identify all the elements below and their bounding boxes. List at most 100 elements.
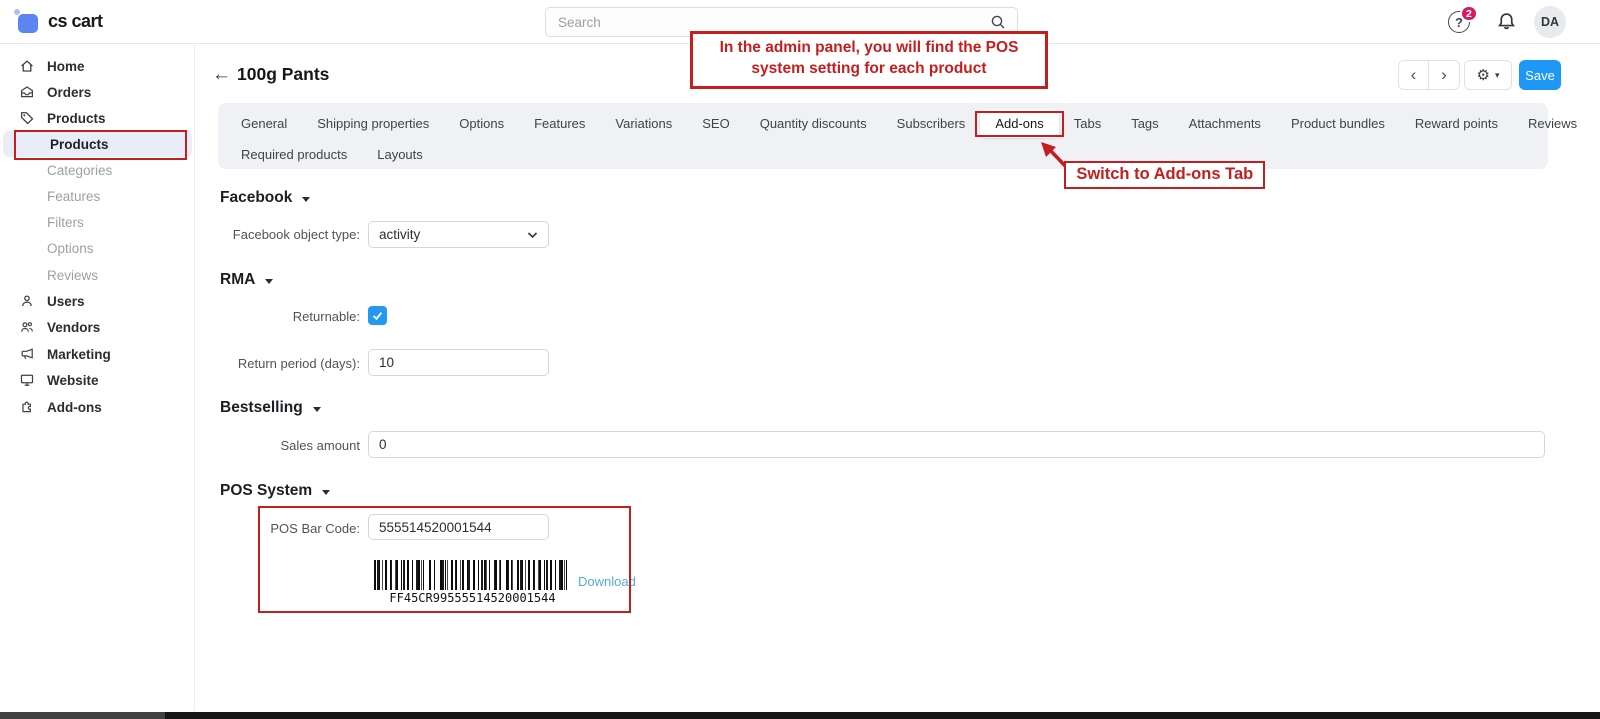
help-button[interactable]: ? 2	[1448, 9, 1474, 35]
settings-dropdown-button[interactable]: ⚙ ▾	[1464, 60, 1512, 90]
tab-reward-points[interactable]: Reward points	[1400, 109, 1513, 138]
prev-product-button[interactable]: ‹	[1398, 60, 1429, 90]
tab-shipping-properties[interactable]: Shipping properties	[302, 109, 444, 138]
sidebar-item-label: Products	[47, 111, 106, 126]
tab-options[interactable]: Options	[444, 109, 519, 138]
sidebar-subitem-products[interactable]: Products	[3, 131, 192, 157]
section-caret-icon	[265, 279, 273, 284]
sidebar-item-home[interactable]: Home	[0, 53, 195, 79]
bottom-edge-bar	[0, 712, 1600, 719]
pagination-group: ‹ ›	[1398, 60, 1460, 90]
section-caret-icon	[322, 490, 330, 495]
vendors-icon	[18, 319, 35, 336]
section-title: RMA	[220, 271, 255, 289]
sidebar-item-users[interactable]: Users	[0, 288, 195, 314]
bell-icon	[1496, 11, 1517, 32]
avatar-initials: DA	[1541, 15, 1559, 29]
tabs-row-1: General Shipping properties Options Feat…	[226, 108, 1540, 139]
sidebar-item-label: Add-ons	[47, 400, 102, 415]
tab-required-products[interactable]: Required products	[226, 140, 362, 169]
section-pos-header[interactable]: POS System	[220, 482, 330, 500]
next-product-button[interactable]: ›	[1429, 60, 1460, 90]
tab-features[interactable]: Features	[519, 109, 600, 138]
returnable-label: Returnable:	[196, 309, 360, 324]
sidebar-item-add-ons[interactable]: Add-ons	[0, 394, 195, 420]
check-icon	[371, 309, 384, 322]
chevron-right-icon: ›	[1441, 65, 1447, 85]
annotation-switch-addons: Switch to Add-ons Tab	[1064, 161, 1265, 189]
sidebar-subitem-features[interactable]: Features	[0, 183, 195, 209]
facebook-object-type-label: Facebook object type:	[196, 227, 360, 242]
sidebar-subitem-label: Features	[47, 189, 100, 204]
tabs-row-2: Required products Layouts	[226, 139, 1540, 170]
tab-quantity-discounts[interactable]: Quantity discounts	[745, 109, 882, 138]
facebook-object-type-select[interactable]: activity	[368, 221, 549, 248]
barcode-download-link[interactable]: Download	[578, 574, 636, 589]
returnable-checkbox[interactable]	[368, 306, 387, 325]
monitor-icon	[18, 372, 35, 389]
tab-tags[interactable]: Tags	[1116, 109, 1173, 138]
logo-text: cs cart	[48, 11, 103, 32]
tab-general[interactable]: General	[226, 109, 302, 138]
return-period-input[interactable]	[368, 349, 549, 376]
section-title: Bestselling	[220, 399, 303, 417]
sidebar-item-orders[interactable]: Orders	[0, 79, 195, 105]
sales-amount-input[interactable]	[368, 431, 1545, 458]
sidebar-item-label: Home	[47, 59, 85, 74]
tab-add-ons[interactable]: Add-ons	[980, 109, 1058, 138]
barcode-image	[374, 560, 571, 590]
orders-icon	[18, 84, 35, 101]
tab-add-ons-wrap: Add-ons Switch to Add-ons Tab	[980, 115, 1058, 133]
tab-seo[interactable]: SEO	[687, 109, 744, 138]
section-bestselling-header[interactable]: Bestselling	[220, 399, 321, 417]
sidebar-item-products[interactable]: Products	[0, 105, 195, 131]
cscart-logo-icon	[14, 6, 40, 36]
chevron-left-icon: ‹	[1411, 65, 1417, 85]
home-icon	[18, 58, 35, 75]
section-facebook-header[interactable]: Facebook	[220, 189, 310, 207]
save-button[interactable]: Save	[1519, 60, 1561, 90]
sidebar-item-marketing[interactable]: Marketing	[0, 341, 195, 367]
sidebar-item-website[interactable]: Website	[0, 367, 195, 393]
sidebar-subitem-filters[interactable]: Filters	[0, 209, 195, 235]
sidebar-subitem-label: Products	[50, 137, 109, 152]
chevron-down-icon	[527, 231, 538, 239]
tab-product-bundles[interactable]: Product bundles	[1276, 109, 1400, 138]
tab-attachments[interactable]: Attachments	[1174, 109, 1276, 138]
sidebar-subitem-options[interactable]: Options	[0, 235, 195, 261]
puzzle-icon	[18, 399, 35, 416]
tag-icon	[18, 110, 35, 127]
tab-layouts[interactable]: Layouts	[362, 140, 438, 169]
tab-variations[interactable]: Variations	[600, 109, 687, 138]
sidebar-item-label: Vendors	[47, 320, 100, 335]
search-icon	[990, 14, 1006, 30]
cscart-admin-page: cs cart ? 2 DA Ho	[0, 0, 1600, 719]
sidebar-subitem-reviews[interactable]: Reviews	[0, 262, 195, 288]
user-icon	[18, 293, 35, 310]
back-button[interactable]: ←	[212, 64, 231, 86]
sidebar-subitem-categories[interactable]: Categories	[0, 157, 195, 183]
gear-icon: ⚙	[1477, 68, 1490, 83]
tab-subscribers[interactable]: Subscribers	[882, 109, 981, 138]
avatar[interactable]: DA	[1534, 6, 1566, 38]
cscart-logo[interactable]: cs cart	[14, 6, 103, 36]
caret-down-icon: ▾	[1495, 70, 1500, 81]
tab-reviews[interactable]: Reviews	[1513, 109, 1592, 138]
sidebar-item-vendors[interactable]: Vendors	[0, 314, 195, 340]
section-caret-icon	[313, 407, 321, 412]
logo-square	[18, 14, 38, 33]
sidebar-subitem-label: Filters	[47, 215, 84, 230]
sidebar-subitem-label: Reviews	[47, 268, 98, 283]
selected-option: activity	[379, 227, 420, 242]
sidebar-item-label: Website	[47, 373, 99, 388]
pos-barcode-input[interactable]	[368, 514, 549, 540]
section-rma-header[interactable]: RMA	[220, 271, 273, 289]
annotation-pos-note: In the admin panel, you will find the PO…	[690, 31, 1048, 89]
section-title: POS System	[220, 482, 312, 500]
sidebar: Home Orders Products Products Categories…	[0, 45, 195, 711]
barcode-caption: FF45CR99555514520001544	[371, 591, 574, 605]
sidebar-item-label: Users	[47, 294, 85, 309]
tab-tabs[interactable]: Tabs	[1059, 109, 1116, 138]
notifications-button[interactable]	[1496, 11, 1517, 32]
sales-amount-label: Sales amount	[196, 438, 360, 453]
